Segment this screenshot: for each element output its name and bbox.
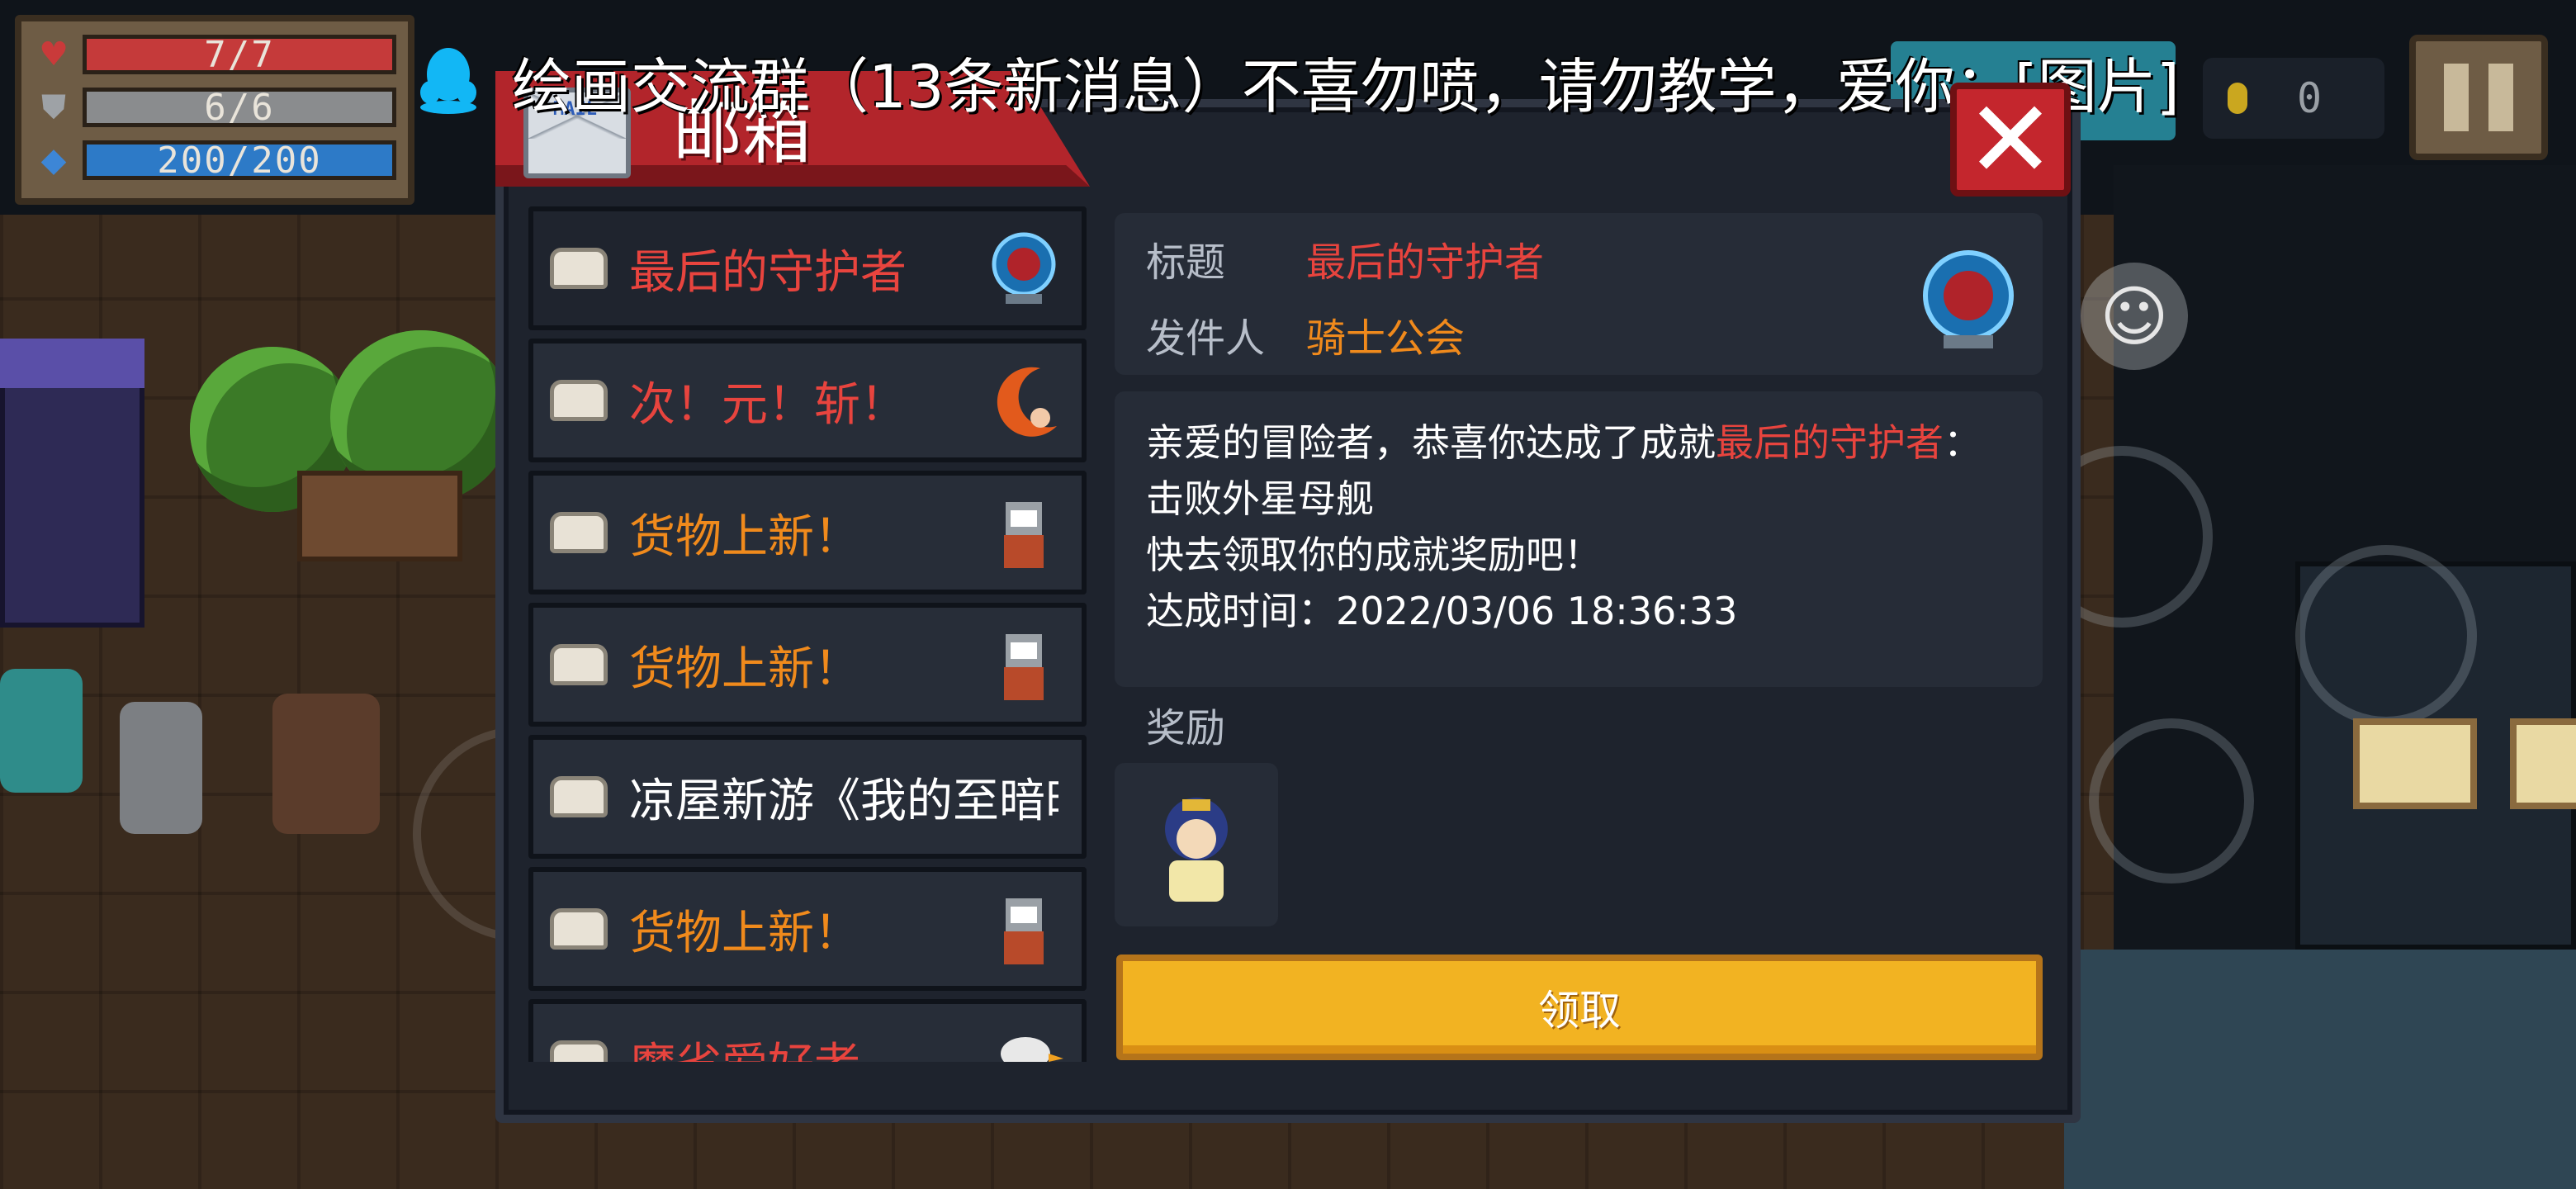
mail-list[interactable]: 最后的守护者次！元！斩！货物上新！货物上新！凉屋新游《我的至暗时货物上新！魔省爱… <box>528 206 1090 1062</box>
body-prefix: 亲爱的冒险者，恭喜你达成了成就 <box>1146 420 1716 465</box>
subject-label: 标题 <box>1146 239 1226 286</box>
opened-envelope-icon <box>550 512 608 553</box>
coin-value: 0 <box>2297 74 2323 122</box>
opened-envelope-icon <box>550 776 608 817</box>
armor-bar: 6/6 <box>83 87 396 129</box>
mail-body-line-2: 击败外星母舰 <box>1146 476 1374 521</box>
opened-envelope-icon <box>550 644 608 685</box>
wall-plaque-1 <box>2353 718 2477 809</box>
npc-druid <box>272 694 380 834</box>
merchant-cat-icon <box>983 888 1065 971</box>
orb-icon <box>1923 250 2014 348</box>
claim-button[interactable]: 领取 <box>1116 955 2043 1060</box>
orb-icon <box>983 228 1065 310</box>
mail-list-item[interactable]: 凉屋新游《我的至暗时 <box>528 735 1087 859</box>
mail-list-item[interactable]: 货物上新！ <box>528 471 1087 594</box>
opened-envelope-icon <box>550 380 608 421</box>
shield-icon: ⛊ <box>41 88 66 126</box>
tree-trunk <box>297 471 462 561</box>
coin-counter: 0 <box>2203 58 2384 139</box>
heart-icon: ♥ <box>39 36 69 73</box>
mail-list-item[interactable]: 货物上新！ <box>528 603 1087 727</box>
opened-envelope-icon <box>550 908 608 950</box>
mail-item-title: 凉屋新游《我的至暗时 <box>629 774 1058 828</box>
energy-row: ◆ 200/200 <box>33 135 396 185</box>
mail-list-item[interactable]: 最后的守护者 <box>528 206 1087 330</box>
energy-bar: 200/200 <box>83 140 396 182</box>
bird-icon <box>983 1021 1065 1062</box>
sender-value: 骑士公会 <box>1306 315 1466 362</box>
pause-icon-bar-right <box>2488 64 2513 131</box>
merchant-cat-icon <box>983 492 1065 575</box>
mail-body: 亲爱的冒险者，恭喜你达成了成就最后的守护者： 击败外星母舰 快去领取你的成就奖励… <box>1115 391 2043 687</box>
mail-detail-header: 标题 最后的守护者 发件人 骑士公会 <box>1115 213 2043 375</box>
mail-body-line-4: 达成时间：2022/03/06 18:36:33 <box>1146 589 1738 633</box>
merchant-cat-icon <box>983 624 1065 707</box>
body-achievement: 最后的守护者 <box>1716 420 1944 465</box>
mail-body-line-1: 亲爱的冒险者，恭喜你达成了成就最后的守护者： <box>1146 414 2011 471</box>
body-suffix: ： <box>1944 420 1982 465</box>
npc-robot <box>120 702 202 834</box>
coin-icon <box>2228 83 2247 114</box>
pause-button[interactable] <box>2409 35 2548 160</box>
crescent-blade-icon <box>983 360 1065 443</box>
vending-machine-top <box>0 339 144 388</box>
mail-list-item[interactable]: 魔省爱好者 <box>528 999 1087 1062</box>
reward-label: 奖励 <box>1146 705 1226 751</box>
mail-list-item[interactable]: 货物上新！ <box>528 867 1087 991</box>
sender-label: 发件人 <box>1146 315 1266 362</box>
blue-floor <box>2064 950 2576 1189</box>
attack-button[interactable] <box>2089 718 2254 883</box>
reward-slot[interactable] <box>1115 763 1278 926</box>
mail-body-line-3: 快去领取你的成就奖励吧！ <box>1146 533 1602 577</box>
player-stats-panel: ♥ 7/7 ⛊ 6/6 ◆ 200/200 <box>15 15 414 205</box>
emote-icon[interactable]: ☺ <box>2081 263 2188 370</box>
subject-value: 最后的守护者 <box>1306 239 1545 286</box>
diamond-icon: ◆ <box>40 141 67 179</box>
armor-row: ⛊ 6/6 <box>33 83 396 132</box>
opened-envelope-icon <box>550 248 608 289</box>
character-skin-icon <box>1165 798 1228 902</box>
opened-envelope-icon <box>550 1040 608 1062</box>
hp-row: ♥ 7/7 <box>33 30 396 79</box>
hp-bar: 7/7 <box>83 34 396 76</box>
npc-nurse <box>0 669 83 793</box>
pause-icon-bar-left <box>2444 64 2469 131</box>
close-button[interactable]: ✕ <box>1950 83 2071 197</box>
chat-notification[interactable]: 绘画交流群（13条新消息）不喜勿喷，请勿教学，爱你：[图片] <box>512 38 2180 125</box>
mail-list-item[interactable]: 次！元！斩！ <box>528 339 1087 462</box>
wall-plaque-2 <box>2510 718 2576 809</box>
weapon-switch-button[interactable] <box>2295 545 2477 727</box>
qq-penguin-icon <box>420 48 476 114</box>
